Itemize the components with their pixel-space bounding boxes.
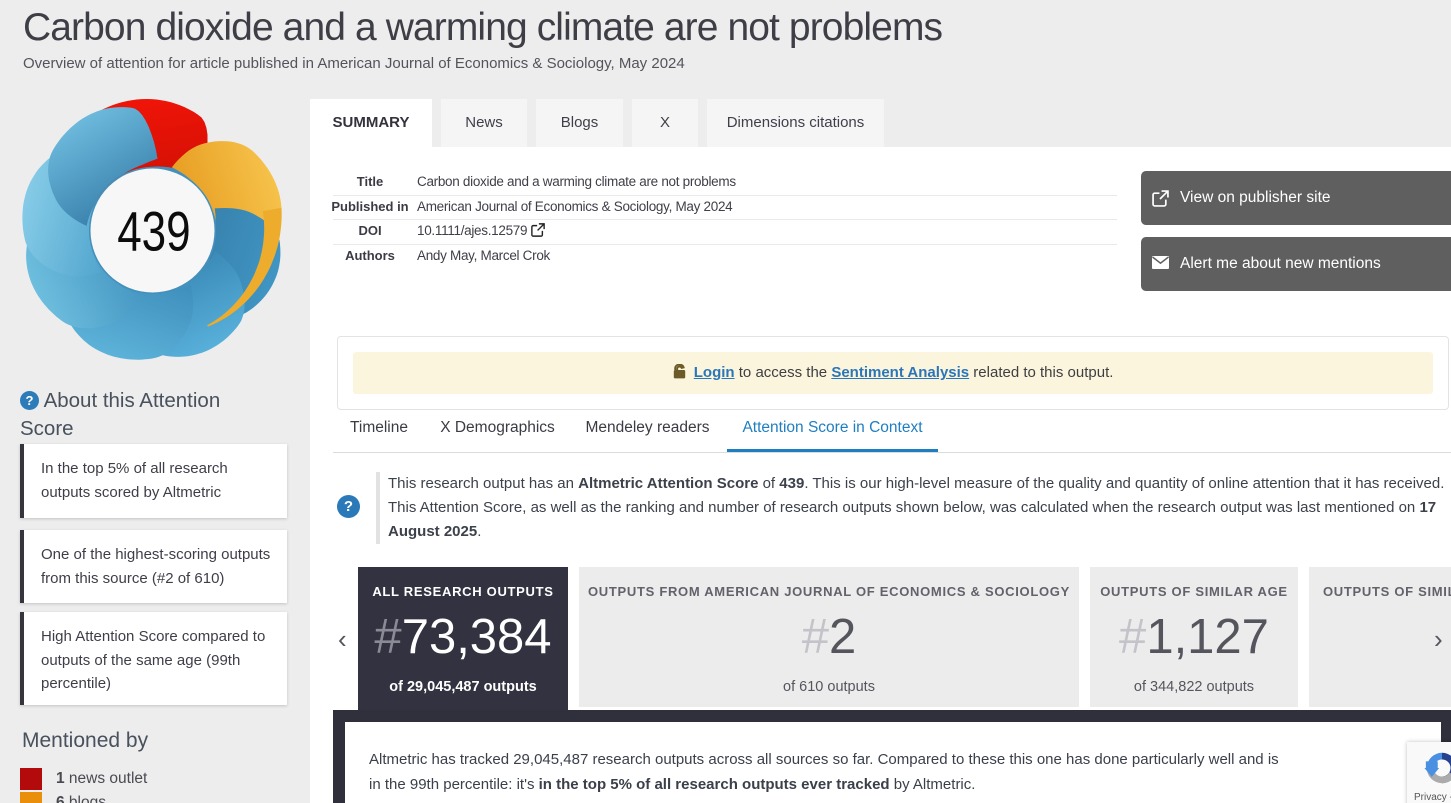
svg-text:439: 439 (117, 200, 191, 262)
